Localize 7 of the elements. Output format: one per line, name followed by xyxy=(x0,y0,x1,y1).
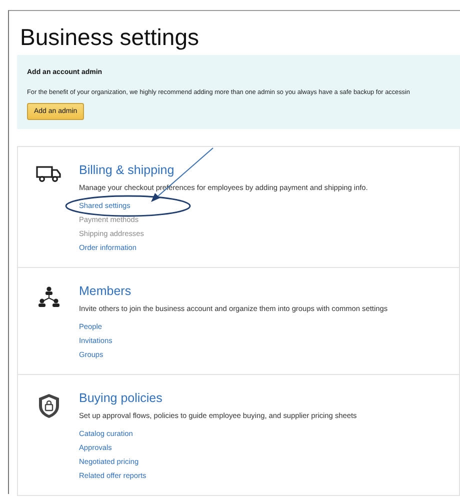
truck-icon xyxy=(36,165,62,183)
section-title: Members xyxy=(79,284,132,299)
shield-lock-icon xyxy=(38,393,60,419)
section-title: Billing & shipping xyxy=(79,163,176,178)
page-title: Business settings xyxy=(20,23,200,51)
section-title: Buying policies xyxy=(79,391,164,406)
people-icon xyxy=(36,286,60,310)
